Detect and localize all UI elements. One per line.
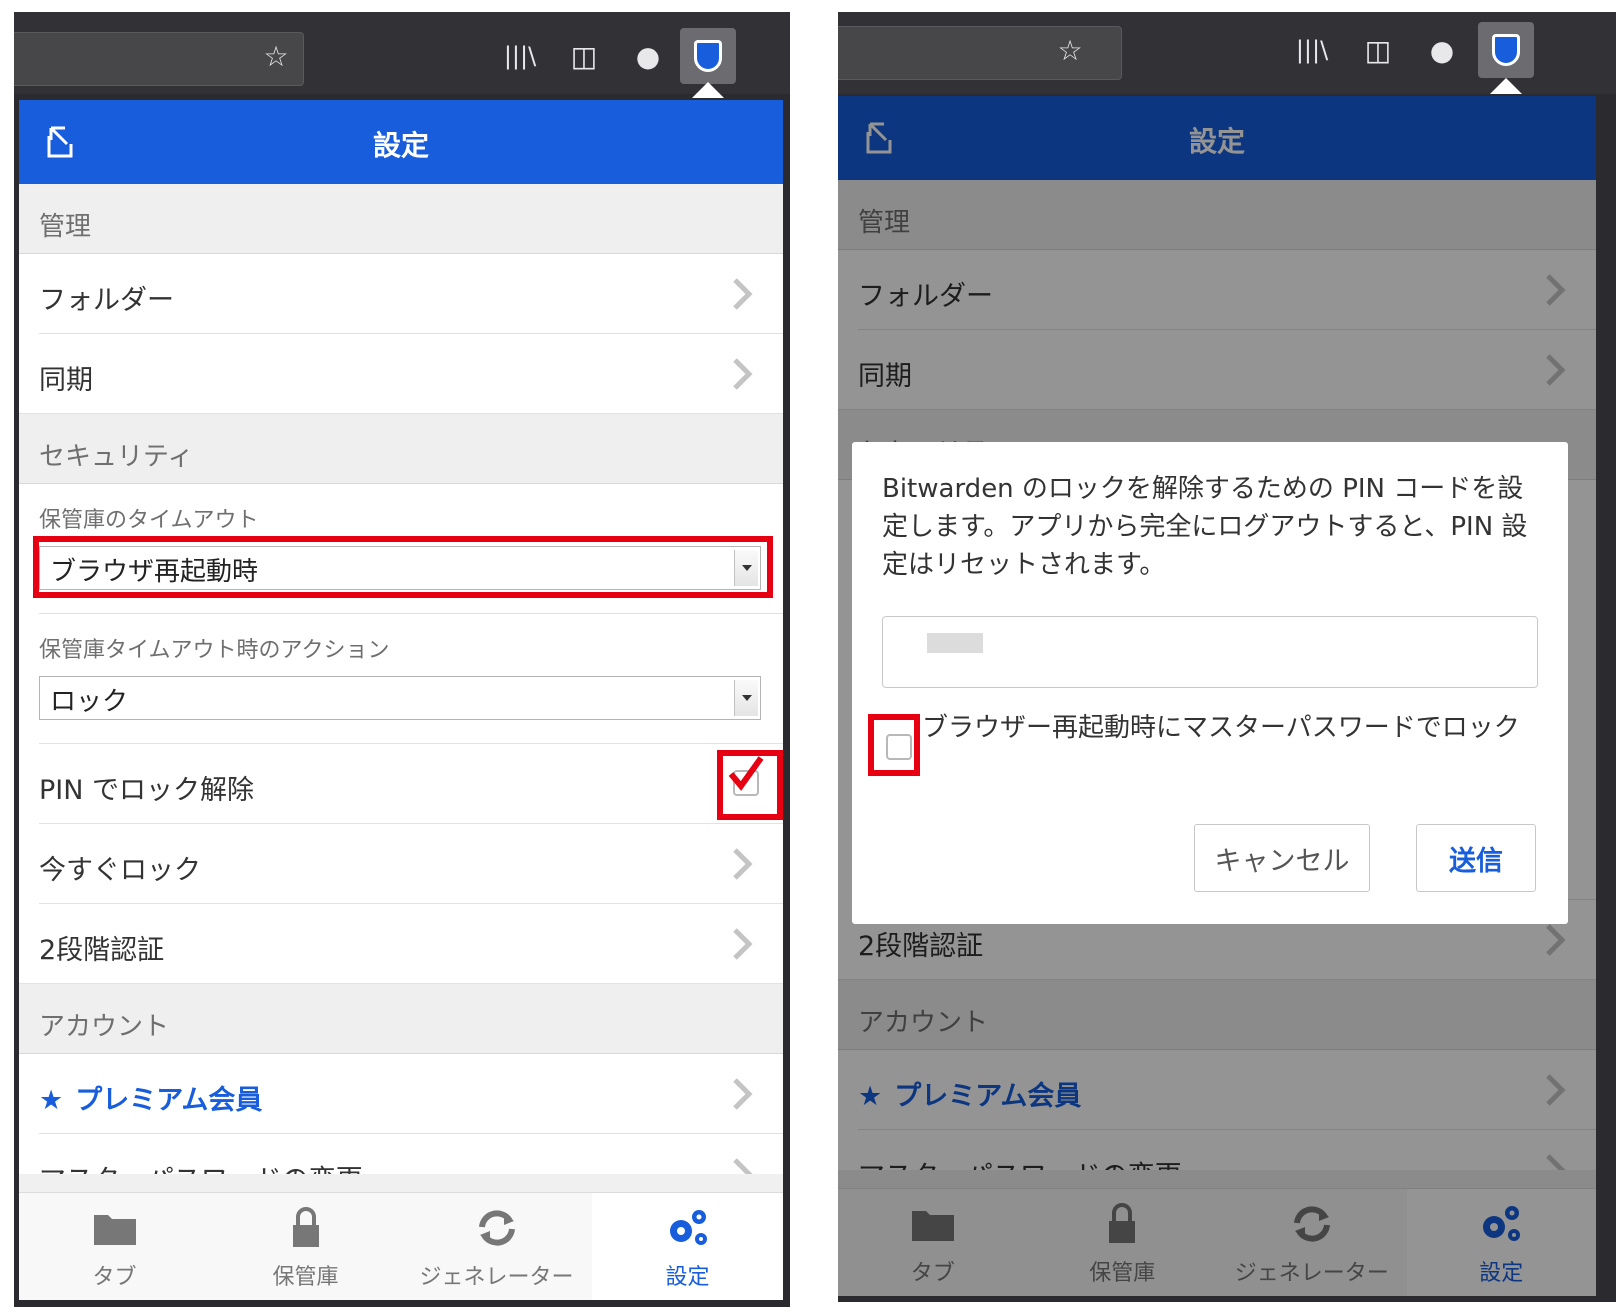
row-timeout-action: 保管庫タイムアウト時のアクション ロック — [19, 614, 783, 744]
chevron-right-icon — [727, 276, 757, 312]
row-folders[interactable]: フォルダー — [19, 254, 783, 334]
library-icon[interactable]: |||\ — [498, 34, 542, 78]
vault-timeout-label: 保管庫のタイムアウト — [39, 508, 259, 533]
page-title: 設定 — [372, 129, 429, 162]
bitwarden-extension-button[interactable] — [680, 28, 736, 84]
tab-bar: タブ 保管庫 ジェネレーター 設定 — [19, 1192, 783, 1300]
highlight-box — [33, 536, 773, 598]
chevron-right-icon — [727, 356, 757, 392]
timeout-action-label: 保管庫タイムアウト時のアクション — [39, 638, 390, 663]
account-icon[interactable]: ● — [626, 34, 670, 78]
section-manage: 管理 — [19, 184, 783, 254]
right-screenshot: ☆ |||\ ◫ ● 設定 管理 フォルダー 同期 セキュリティ 2段階認証 ア… — [838, 12, 1616, 1302]
highlight-box — [717, 750, 783, 820]
tab-label: 設定 — [665, 1265, 710, 1290]
bitwarden-popup: 設定 管理 フォルダー 同期 セキュリティ 2段階認証 アカウント ★プレミアム… — [838, 96, 1596, 1296]
tab-tab[interactable]: タブ — [19, 1193, 210, 1300]
row-label: プレミアム会員 — [75, 1085, 263, 1116]
row-label: フォルダー — [39, 285, 174, 316]
library-icon[interactable]: |||\ — [1290, 28, 1334, 72]
highlight-box — [868, 714, 920, 776]
tab-label: タブ — [92, 1265, 137, 1290]
bitwarden-popup: 設定 管理 フォルダー 同期 セキュリティ 保管庫のタイムアウト ブラウザ再起動… — [19, 100, 783, 1300]
dialog-message: Bitwarden のロックを解除するための PIN コードを設定します。アプリ… — [882, 474, 1528, 580]
timeout-action-select[interactable]: ロック — [39, 676, 761, 720]
row-lock-now[interactable]: 今すぐロック — [19, 824, 783, 904]
tab-settings[interactable]: 設定 — [592, 1193, 783, 1300]
bitwarden-extension-button[interactable] — [1478, 22, 1534, 78]
tab-label: 保管庫 — [272, 1265, 339, 1290]
row-vault-timeout: 保管庫のタイムアウト ブラウザ再起動時 — [19, 484, 783, 614]
bitwarden-shield-icon — [694, 40, 722, 72]
row-change-master[interactable]: マスターパスワードの変更 — [19, 1134, 783, 1174]
row-label: 同期 — [39, 365, 93, 396]
lock-icon — [210, 1193, 401, 1249]
browser-toolbar: ☆ |||\ ◫ ● — [14, 12, 790, 94]
bitwarden-shield-icon — [1492, 34, 1520, 66]
tab-vault[interactable]: 保管庫 — [210, 1193, 401, 1300]
folder-icon — [19, 1193, 210, 1249]
chevron-right-icon — [727, 1076, 757, 1112]
cancel-button[interactable]: キャンセル — [1194, 824, 1370, 892]
popup-arrow — [1490, 78, 1522, 94]
tab-label: ジェネレーター — [419, 1265, 574, 1290]
gears-icon — [592, 1193, 783, 1249]
submit-button[interactable]: 送信 — [1416, 824, 1536, 892]
section-account: アカウント — [19, 984, 783, 1054]
row-label: マスターパスワードの変更 — [39, 1165, 363, 1174]
row-label: 2段階認証 — [39, 935, 165, 966]
row-two-step[interactable]: 2段階認証 — [19, 904, 783, 984]
left-screenshot: ☆ |||\ ◫ ● 設定 管理 フォルダー 同期 セキュリティ 保管庫のタイム… — [14, 12, 790, 1307]
refresh-icon — [401, 1193, 592, 1249]
chevron-right-icon — [727, 926, 757, 962]
chevron-right-icon — [727, 1156, 757, 1174]
pin-input[interactable] — [882, 616, 1538, 688]
row-label: 今すぐロック — [39, 855, 201, 886]
settings-list: 管理 フォルダー 同期 セキュリティ 保管庫のタイムアウト ブラウザ再起動時 保… — [19, 184, 783, 1174]
section-security: セキュリティ — [19, 414, 783, 484]
account-icon[interactable]: ● — [1420, 28, 1464, 72]
dropdown-arrow-icon — [734, 680, 758, 716]
select-value: ロック — [50, 687, 129, 717]
sidebar-icon[interactable]: ◫ — [562, 34, 606, 78]
header: 設定 — [19, 100, 783, 184]
pin-dialog: Bitwarden のロックを解除するための PIN コードを設定します。アプリ… — [852, 442, 1568, 924]
checkbox-label: ブラウザー再起動時にマスターパスワードでロック — [922, 713, 1520, 743]
sidebar-icon[interactable]: ◫ — [1356, 28, 1400, 72]
row-pin-unlock[interactable]: PIN でロック解除 — [19, 744, 783, 824]
row-label: PIN でロック解除 — [39, 775, 255, 806]
tab-generator[interactable]: ジェネレーター — [401, 1193, 592, 1300]
popup-arrow — [692, 82, 724, 98]
star-icon: ★ — [39, 1085, 64, 1116]
row-premium[interactable]: ★ プレミアム会員 — [19, 1054, 783, 1134]
chevron-right-icon — [727, 846, 757, 882]
bookmark-star-icon[interactable]: ☆ — [254, 34, 298, 78]
masked-value — [927, 633, 983, 653]
bookmark-star-icon[interactable]: ☆ — [1048, 28, 1092, 72]
row-sync[interactable]: 同期 — [19, 334, 783, 414]
